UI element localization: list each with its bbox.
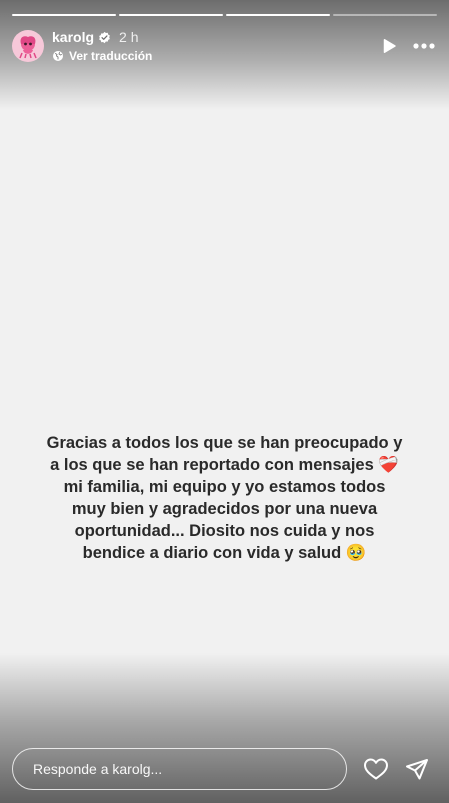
story-progress-bar [12,14,437,16]
story-text: Gracias a todos los que se han preocupad… [46,434,403,562]
heart-icon[interactable] [363,757,389,781]
play-icon[interactable] [381,38,397,54]
story-header: karolg 2 h Ver traducción [12,29,437,63]
username[interactable]: karolg [52,29,94,45]
paper-plane-icon[interactable] [405,757,429,781]
story-viewer[interactable]: karolg 2 h Ver traducción Gracias a todo… [0,0,449,803]
progress-segment [333,14,437,16]
globe-icon [52,50,64,62]
translate-label: Ver traducción [69,49,153,63]
reply-bar [12,747,437,791]
translate-button[interactable]: Ver traducción [52,49,152,63]
avatar[interactable] [12,30,44,62]
verified-badge-icon [98,31,111,44]
reply-input[interactable] [12,748,347,790]
progress-segment [12,14,116,16]
post-time: 2 h [119,29,139,45]
more-icon[interactable] [413,43,435,49]
avatar-image [19,36,37,59]
progress-segment [226,14,330,16]
progress-segment [119,14,223,16]
